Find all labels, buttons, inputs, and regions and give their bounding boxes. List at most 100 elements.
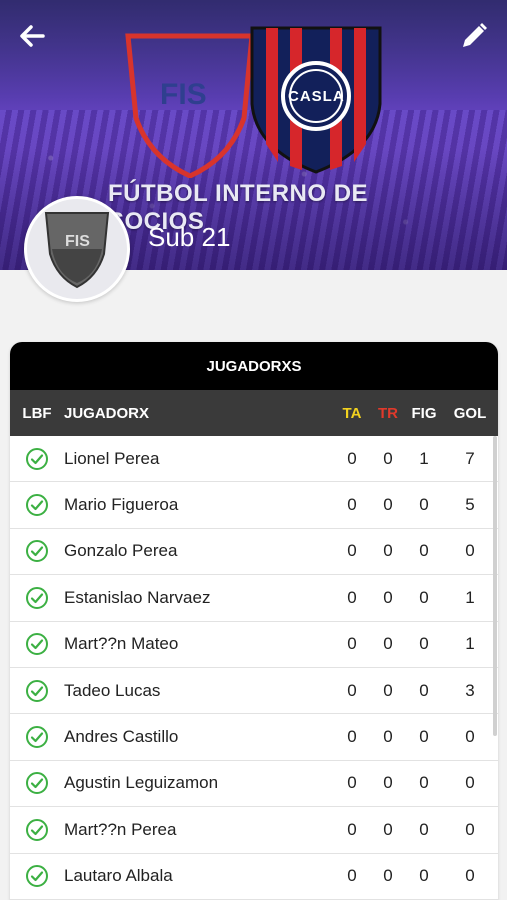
- lbf-status: [10, 725, 64, 749]
- lbf-status: [10, 818, 64, 842]
- player-ta: 0: [347, 819, 357, 839]
- player-tr: 0: [383, 634, 393, 654]
- player-gol: 0: [465, 866, 475, 886]
- lbf-status: [10, 586, 64, 610]
- player-fig: 0: [419, 680, 429, 700]
- player-name: Estanislao Narvaez: [64, 587, 211, 607]
- scrollbar[interactable]: [493, 436, 497, 736]
- player-name: Mart??n Perea: [64, 819, 177, 839]
- edit-button[interactable]: [458, 20, 490, 52]
- lbf-status: [10, 493, 64, 517]
- table-row[interactable]: Agustin Leguizamon 0 0 0 0: [10, 761, 498, 808]
- fis-logo-text: FIS: [160, 78, 207, 111]
- player-tr: 0: [383, 587, 393, 607]
- player-fig: 0: [419, 634, 429, 654]
- player-ta: 0: [347, 634, 357, 654]
- check-circle-icon: [26, 679, 48, 702]
- players-title: JUGADORXS: [10, 342, 498, 390]
- lbf-status: [10, 679, 64, 703]
- player-gol: 0: [465, 819, 475, 839]
- check-circle-icon: [26, 818, 48, 841]
- check-circle-icon: [26, 540, 48, 563]
- player-tr: 0: [383, 727, 393, 747]
- player-gol: 1: [465, 634, 475, 654]
- table-row[interactable]: Mario Figueroa 0 0 0 5: [10, 482, 498, 529]
- table-row[interactable]: Lionel Perea 0 0 1 7: [10, 436, 498, 483]
- table-row[interactable]: Tadeo Lucas 0 0 0 3: [10, 668, 498, 715]
- player-name: Andres Castillo: [64, 727, 179, 747]
- table-row[interactable]: Lautaro Albala 0 0 0 0: [10, 854, 498, 900]
- player-fig: 0: [419, 727, 429, 747]
- player-tr: 0: [383, 773, 393, 793]
- check-circle-icon: [26, 586, 48, 609]
- lbf-status: [10, 447, 64, 471]
- arrow-left-icon: [20, 25, 45, 47]
- table-header: LBF JUGADORX TA TR FIG GOL: [10, 390, 498, 436]
- player-tr: 0: [383, 680, 393, 700]
- check-circle-icon: [26, 726, 48, 749]
- player-name: Tadeo Lucas: [64, 680, 161, 700]
- table-row[interactable]: Mart??n Perea 0 0 0 0: [10, 807, 498, 854]
- player-fig: 0: [419, 541, 429, 561]
- col-player: JUGADORX: [64, 404, 150, 422]
- players-list: Lionel Perea 0 0 1 7 Mario Figueroa 0 0 0 5 Gonzal…: [10, 436, 498, 900]
- player-ta: 0: [347, 680, 357, 700]
- player-tr: 0: [383, 819, 393, 839]
- player-tr: 0: [383, 866, 393, 886]
- player-fig: 0: [419, 773, 429, 793]
- col-ta: TA: [342, 404, 362, 422]
- player-name: Gonzalo Perea: [64, 541, 178, 561]
- table-row[interactable]: Gonzalo Perea 0 0 0 0: [10, 529, 498, 576]
- player-fig: 0: [419, 587, 429, 607]
- lbf-status: [10, 632, 64, 656]
- player-fig: 0: [419, 866, 429, 886]
- col-gol: GOL: [453, 404, 487, 422]
- lbf-status: [10, 864, 64, 888]
- player-name: Agustin Leguizamon: [64, 773, 219, 793]
- club-crest-text: CASLA: [288, 88, 345, 105]
- player-name: Mario Figueroa: [64, 495, 179, 515]
- player-ta: 0: [347, 727, 357, 747]
- player-ta: 0: [347, 495, 357, 515]
- team-avatar: FIS: [24, 196, 130, 302]
- player-tr: 0: [383, 541, 393, 561]
- player-fig: 1: [419, 448, 429, 468]
- team-name: Sub 21: [148, 222, 231, 252]
- table-row[interactable]: Mart??n Mateo 0 0 0 1: [10, 622, 498, 668]
- player-fig: 0: [419, 495, 429, 515]
- col-fig: FIG: [411, 404, 437, 422]
- player-gol: 0: [465, 727, 475, 747]
- player-tr: 0: [383, 495, 393, 515]
- back-button[interactable]: [16, 20, 48, 52]
- check-circle-icon: [26, 447, 48, 470]
- player-gol: 0: [465, 773, 475, 793]
- player-ta: 0: [347, 587, 357, 607]
- player-gol: 5: [465, 495, 475, 515]
- col-tr: TR: [378, 404, 398, 422]
- player-ta: 0: [347, 448, 357, 468]
- player-ta: 0: [347, 866, 357, 886]
- table-row[interactable]: Estanislao Narvaez 0 0 0 1: [10, 575, 498, 622]
- player-fig: 0: [419, 819, 429, 839]
- col-lbf: LBF: [22, 404, 52, 422]
- players-card: JUGADORXS LBF JUGADORX TA TR FIG GOL Lio…: [10, 342, 498, 900]
- check-circle-icon: [26, 494, 48, 517]
- player-name: Lautaro Albala: [64, 866, 173, 886]
- player-name: Lionel Perea: [64, 448, 160, 468]
- pencil-icon: [463, 23, 487, 47]
- check-circle-icon: [26, 633, 48, 656]
- player-ta: 0: [347, 773, 357, 793]
- avatar-text: FIS: [65, 233, 90, 250]
- lbf-status: [10, 539, 64, 563]
- lbf-status: [10, 771, 64, 795]
- player-gol: 1: [465, 587, 475, 607]
- player-ta: 0: [347, 541, 357, 561]
- table-row[interactable]: Andres Castillo 0 0 0 0: [10, 714, 498, 761]
- player-tr: 0: [383, 448, 393, 468]
- player-gol: 0: [465, 541, 475, 561]
- player-name: Mart??n Mateo: [64, 634, 179, 654]
- check-circle-icon: [26, 865, 48, 888]
- player-gol: 3: [465, 680, 475, 700]
- check-circle-icon: [26, 772, 48, 795]
- player-gol: 7: [465, 448, 475, 468]
